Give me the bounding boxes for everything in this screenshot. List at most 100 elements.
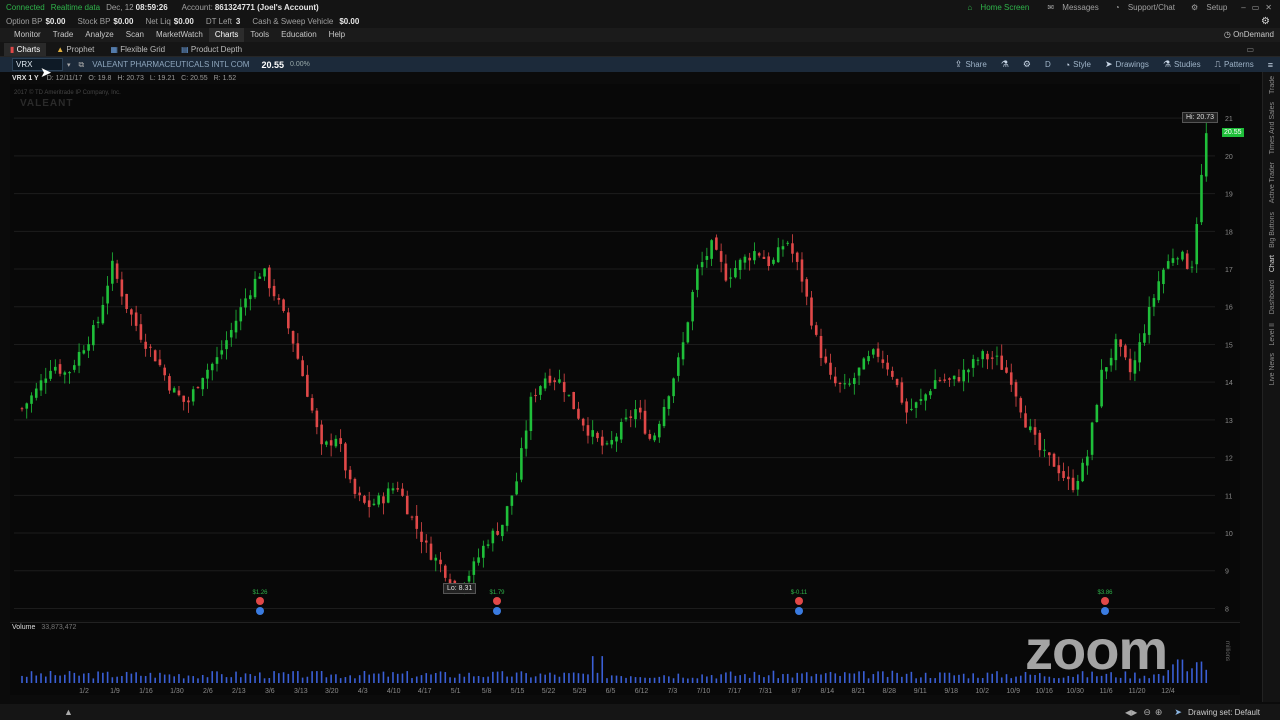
close-window-icon[interactable]: ✕ (1265, 3, 1272, 12)
side-tab-trade[interactable]: Trade (1269, 76, 1276, 94)
volume-bar (943, 672, 946, 683)
candle-body (1095, 404, 1099, 423)
x-tick-label: 8/28 (882, 688, 896, 695)
tab-charts[interactable]: ▮ Charts (4, 42, 47, 56)
period-button[interactable]: D (1038, 60, 1058, 69)
link-icon[interactable]: ⧉ (79, 60, 85, 70)
volume-label: Volume (12, 624, 36, 631)
candle-body (372, 503, 376, 505)
volume-bar (111, 677, 114, 683)
side-tab-big-buttons[interactable]: Big Buttons (1269, 212, 1276, 248)
setup-button[interactable]: ⚙ Setup (1185, 3, 1227, 12)
candle-body (182, 395, 186, 402)
menu-trade[interactable]: Trade (47, 28, 80, 42)
tab-flexible-grid[interactable]: ▦ Flexible Grid (104, 43, 171, 56)
side-tab-times-and-sales[interactable]: Times And Sales (1269, 102, 1276, 154)
share-button[interactable]: ⇪ Share (948, 59, 994, 70)
candle-body (719, 251, 723, 262)
candle-body (1152, 298, 1156, 307)
menu-scan[interactable]: Scan (120, 28, 150, 42)
company-logo: VALEANT (20, 98, 74, 109)
scroll-left-icon[interactable]: ◀▶ (1125, 708, 1137, 717)
y-tick-label: 20 (1225, 154, 1233, 161)
menu-analyze[interactable]: Analyze (79, 28, 119, 42)
status-time: 08:59:26 (135, 2, 168, 12)
zoom-out-icon[interactable]: ⊖ (1143, 707, 1151, 718)
candle-body (562, 382, 566, 393)
side-tab-active-trader[interactable]: Active Trader (1269, 162, 1276, 203)
tab-prophet[interactable]: ▲ Prophet (50, 43, 100, 56)
expand-up-icon[interactable]: ▲ (64, 707, 73, 717)
volume-bar (929, 677, 932, 683)
candle-body (177, 390, 181, 396)
drawing-cursor-icon[interactable]: ➤ (1174, 707, 1182, 718)
symbol-dropdown-icon[interactable]: ▾ (67, 61, 71, 69)
settings-gear-icon[interactable]: ⚙ (1261, 16, 1270, 27)
flask-icon: ⚗ (1000, 59, 1009, 69)
home-screen-link[interactable]: ⌂ Home Screen (961, 3, 1029, 12)
menu-monitor[interactable]: Monitor (8, 28, 47, 42)
support-chat-button[interactable]: ◔ Support/Chat (1109, 3, 1175, 12)
menu-charts[interactable]: Charts (208, 28, 245, 42)
x-tick-label: 5/15 (511, 688, 525, 695)
messages-button[interactable]: ✉ Messages (1041, 3, 1098, 12)
minimize-window-icon[interactable]: – (1241, 3, 1245, 12)
candle-body (467, 575, 471, 582)
candle-body (291, 331, 295, 344)
patterns-button[interactable]: ⎍ Patterns (1208, 59, 1261, 70)
x-tick-label: 5/1 (451, 688, 461, 695)
support-label: Support/Chat (1127, 2, 1175, 12)
studies-button[interactable]: ⚗ Studies (1156, 59, 1208, 70)
drawings-button[interactable]: ➤ Drawings (1098, 59, 1156, 70)
candle-body (258, 276, 262, 279)
candle-body (125, 293, 128, 309)
ondemand-button[interactable]: ◷ OnDemand (1218, 28, 1280, 42)
style-button[interactable]: ◔ Style (1058, 60, 1098, 70)
volume-bar (444, 672, 447, 683)
volume-bar (263, 678, 266, 683)
volume-bar (1195, 662, 1198, 683)
candle-body (77, 351, 81, 366)
layout-icon[interactable]: ▭ (1246, 45, 1254, 54)
ohlc-info-row: VRX 1 Y D: 12/11/17 O: 19.8 H: 20.73 L: … (0, 73, 1240, 84)
x-tick-label: 8/21 (851, 688, 865, 695)
side-tab-chart[interactable]: Chart (1269, 255, 1276, 272)
candle-body (101, 304, 105, 324)
price-chart[interactable]: 8 9 10 11 12 13 14 15 16 17 18 19 20 21 $1.26 $1.79 $-0.… (10, 84, 1244, 620)
volume-bar (1167, 670, 1169, 683)
chart-settings-button[interactable]: ⚙ (1016, 59, 1038, 70)
volume-bar (1191, 668, 1193, 683)
drawing-set-label[interactable]: Drawing set: Default (1188, 708, 1260, 717)
volume-bar (530, 677, 532, 683)
candle-body (63, 372, 67, 375)
candle-body (377, 495, 380, 505)
menu-tools[interactable]: Tools (244, 28, 275, 42)
tab-product-depth[interactable]: ▤ Product Depth (175, 43, 248, 56)
volume-bar (967, 678, 970, 683)
restore-window-icon[interactable]: ▭ (1252, 3, 1260, 12)
volume-bar (839, 675, 841, 683)
symbol-input[interactable]: VRX (12, 58, 63, 71)
menu-help[interactable]: Help (323, 28, 351, 42)
volume-bar (449, 677, 451, 683)
volume-bar (278, 673, 280, 683)
watermark-text: 2017 © TD Ameritrade IP Company, Inc. (14, 90, 121, 96)
candle-body (49, 370, 52, 379)
volume-bar (534, 676, 537, 683)
option-bp-label: Option BP (6, 16, 43, 26)
zoom-in-icon[interactable]: ⊕ (1155, 707, 1163, 718)
volume-panel[interactable]: 1/2 1/9 1/16 1/30 2/6 2/13 3/6 3/13 3/20 4/3 4/10 4… (10, 618, 1240, 695)
side-tab-level-ii[interactable]: Level II (1269, 323, 1276, 346)
account-selector[interactable]: 861324771 (Joel's Account) (215, 3, 319, 12)
side-tab-dashboard[interactable]: Dashboard (1269, 280, 1276, 314)
volume-bar (858, 671, 860, 683)
candle-body (1100, 369, 1103, 407)
candle-body (111, 260, 114, 284)
side-tab-live-news[interactable]: Live News (1269, 353, 1276, 385)
volume-bar (563, 672, 565, 683)
chart-menu-button[interactable]: ≡ (1261, 60, 1280, 70)
flask-button[interactable]: ⚗ (994, 59, 1016, 70)
menu-education[interactable]: Education (275, 28, 323, 42)
menu-marketwatch[interactable]: MarketWatch (150, 28, 209, 42)
candle-body (805, 279, 809, 297)
